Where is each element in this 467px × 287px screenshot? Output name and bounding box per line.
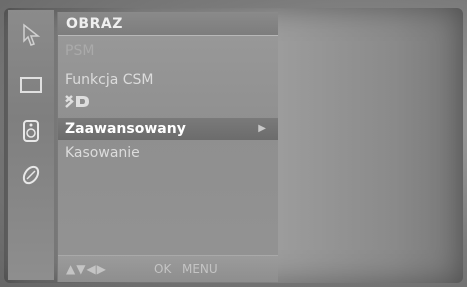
picture-icon[interactable] (18, 22, 44, 48)
xd-logo-icon (65, 95, 89, 108)
menu-item-reset[interactable]: Kasowanie (58, 142, 278, 164)
picture-menu-panel: OBRAZ PSM Funkcja CSM XD Zaawansowany ▶ … (57, 12, 278, 282)
menu-item-xd[interactable]: XD (58, 91, 278, 113)
settings-icon[interactable] (18, 162, 44, 188)
menu-item-label: PSM (65, 43, 95, 59)
tv-screen: OBRAZ PSM Funkcja CSM XD Zaawansowany ▶ … (0, 0, 467, 287)
menu-footer: ▲▼◀▶ OK MENU (58, 255, 278, 282)
menu-item-label: Funkcja CSM (65, 72, 154, 88)
menu-item-advanced[interactable]: Zaawansowany ▶ (58, 118, 278, 140)
menu-item-csm[interactable]: Funkcja CSM (58, 69, 278, 91)
menu-hint: MENU (182, 262, 218, 276)
menu-item-psm[interactable]: PSM (58, 40, 278, 62)
ok-hint: OK (154, 262, 172, 276)
submenu-arrow-icon: ▶ (258, 123, 266, 134)
menu-item-label: Zaawansowany (65, 121, 186, 137)
menu-icon-column (8, 10, 54, 280)
menu-title: OBRAZ (58, 12, 278, 36)
menu-item-label: Kasowanie (65, 145, 140, 161)
screen-icon[interactable] (18, 72, 44, 98)
sound-icon[interactable] (18, 118, 44, 144)
nav-arrows-icon: ▲▼◀▶ (66, 262, 107, 276)
